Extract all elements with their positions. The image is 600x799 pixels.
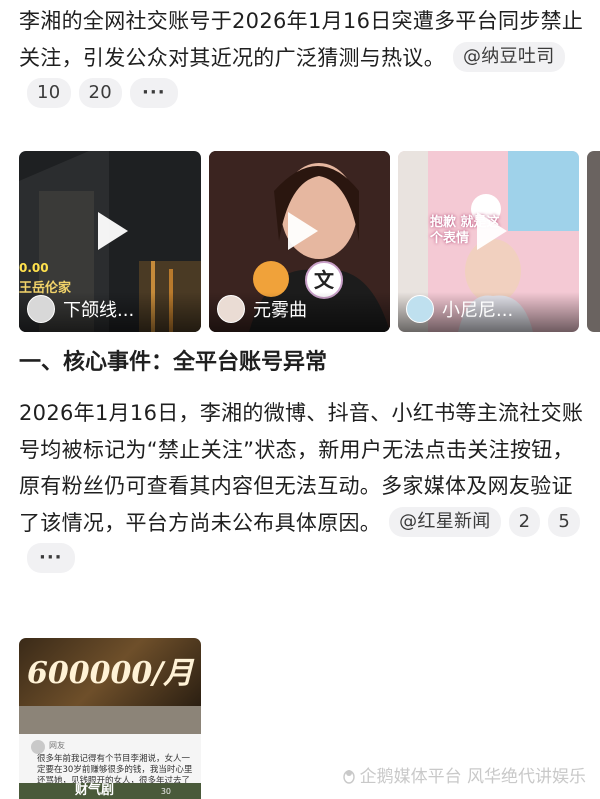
like-count: 30 [160, 787, 171, 796]
section-heading: 一、核心事件：全平台账号异常 [19, 350, 328, 375]
video-card[interactable] [587, 151, 600, 332]
avatar [27, 295, 55, 323]
video-card[interactable]: 抱歉 就是这个表情 小尼尼... [398, 151, 579, 332]
watermark: 企鹅媒体平台 风华绝代讲娱乐 [341, 762, 586, 787]
penguin-logo-icon [342, 770, 355, 784]
play-icon[interactable] [287, 211, 318, 250]
article-thumbnail[interactable]: 600000/月 网友 很多年前我记得有个节目李湘说，女人一定要在30岁前赚够很… [19, 638, 201, 799]
banner-strip [19, 706, 201, 734]
avatar [31, 740, 45, 754]
avatar [406, 295, 434, 323]
source-chip[interactable]: @红星新闻 [389, 506, 501, 537]
count-chip[interactable]: 20 [78, 78, 123, 108]
source-chip[interactable]: @纳豆吐司 [453, 41, 565, 72]
post-paragraph: 李湘的全网社交账号于2026年1月16日突遭多平台同步禁止关注，引发公众对其近况… [19, 3, 589, 113]
play-icon[interactable] [476, 211, 507, 250]
more-button[interactable]: ··· [27, 543, 75, 573]
bottom-label: 财气剧 [75, 783, 115, 798]
banner-text: 600000/月 [27, 656, 194, 691]
count-chip[interactable]: 2 [508, 506, 541, 537]
video-card[interactable]: 0.00 王岳伦家 下颌线... [19, 151, 201, 332]
play-icon[interactable] [98, 211, 128, 250]
author-name[interactable]: 下颌线... [63, 296, 134, 322]
watermark-text: 企鹅媒体平台 风华绝代讲娱乐 [359, 767, 586, 787]
author-name[interactable]: 小尼尼... [442, 296, 513, 322]
user-name: 网友 [49, 741, 65, 750]
count-chip[interactable]: 5 [548, 506, 581, 537]
avatar [217, 295, 245, 323]
video-card[interactable]: 文 元雾曲 [209, 151, 390, 332]
more-button[interactable]: ··· [130, 78, 178, 108]
post-paragraph: 2026年1月16日，李湘的微博、抖音、小红书等主流社交账号均被标记为“禁止关注… [19, 395, 589, 578]
overlay-text: 0.00 [19, 261, 49, 275]
count-chip[interactable]: 10 [27, 78, 71, 108]
author-name[interactable]: 元雾曲 [253, 296, 307, 322]
